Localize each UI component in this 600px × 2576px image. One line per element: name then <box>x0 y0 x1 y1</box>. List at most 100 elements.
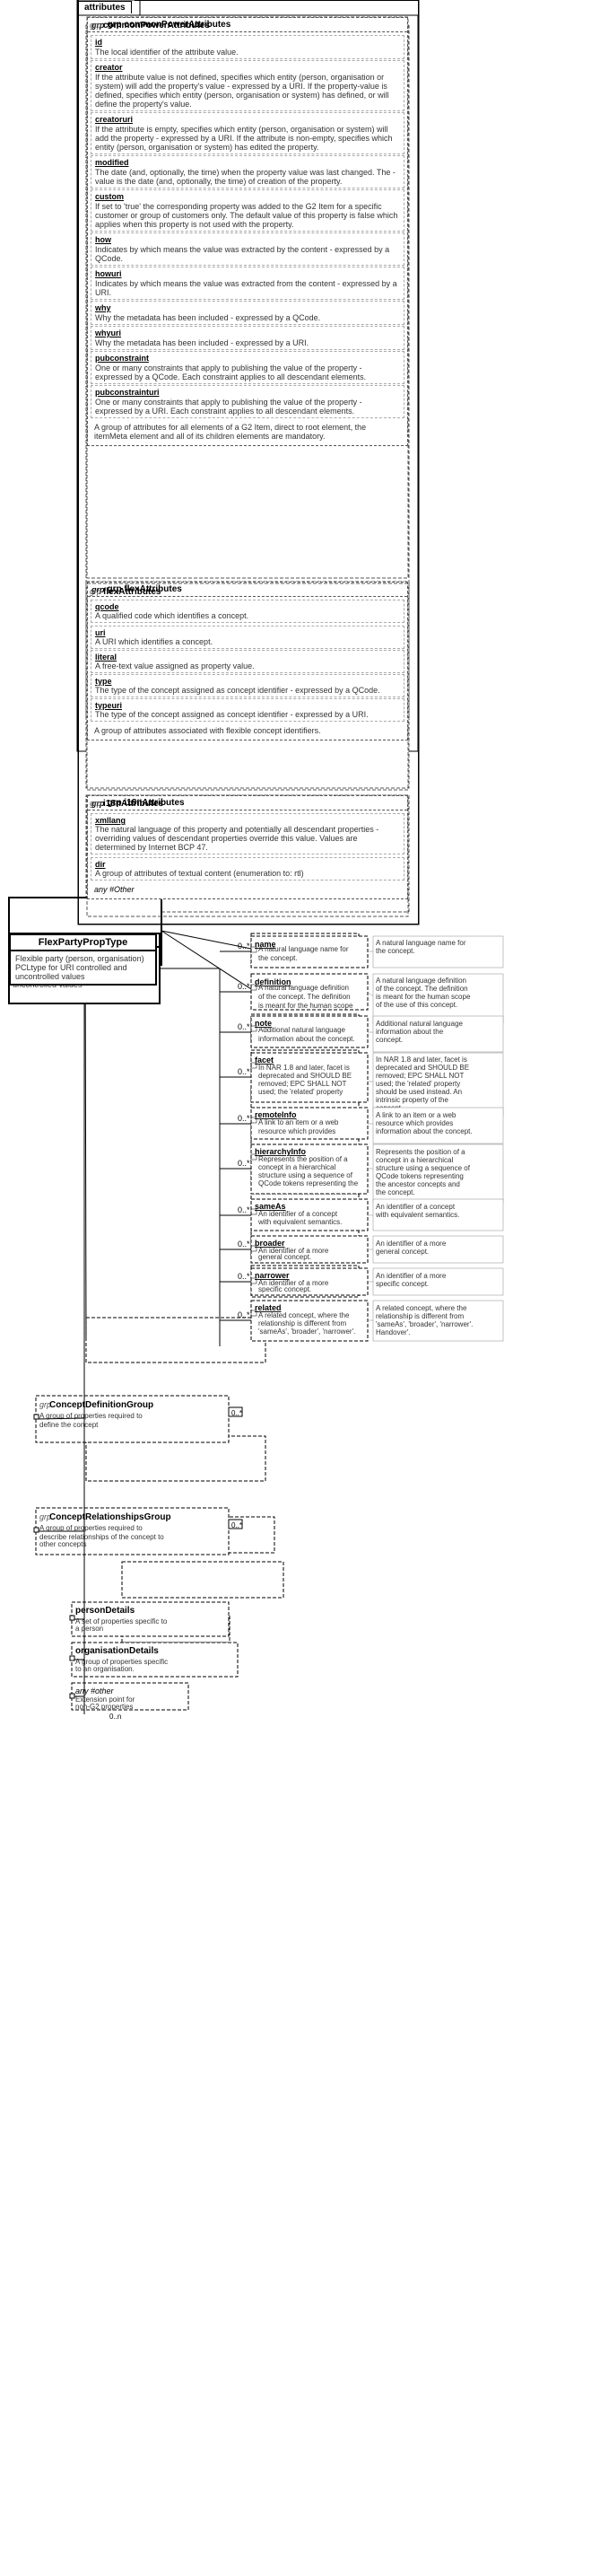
svg-text:facet: facet <box>255 1056 274 1065</box>
svg-text:A group of properties required: A group of properties required to <box>39 1412 143 1420</box>
svg-text:to an organisation.: to an organisation. <box>75 1665 135 1673</box>
common-power-attrs-footer: A group of attributes for all elements o… <box>91 420 404 443</box>
flex-attributes-group: grp grp flexAttributes qcode A qualified… <box>87 582 408 740</box>
svg-text:A group of properties required: A group of properties required to <box>39 1524 143 1532</box>
svg-text:specific concept.: specific concept. <box>258 1285 311 1293</box>
svg-text:0..*: 0..* <box>238 1022 250 1031</box>
svg-text:An identifier of a more: An identifier of a more <box>258 1279 329 1287</box>
common-power-attrs-title: grp grp commonPowerAttributes <box>88 18 407 32</box>
svg-text:the concept.: the concept. <box>258 954 298 962</box>
svg-text:A set of properties specific t: A set of properties specific to <box>75 1617 168 1625</box>
svg-text:of the concept. The definition: of the concept. The definition <box>258 993 351 1001</box>
svg-text:the concept.: the concept. <box>378 949 422 958</box>
svg-text:0..*: 0..* <box>231 1521 242 1529</box>
svg-text:0..*: 0..* <box>238 1310 250 1319</box>
svg-text:any #other: any #other <box>75 1687 115 1695</box>
svg-text:grp: grp <box>39 1400 51 1409</box>
svg-text:definition: definition <box>255 977 291 986</box>
svg-text:hierarchyInfo: hierarchyInfo <box>255 1147 307 1156</box>
svg-text:'sameAs', 'broader', 'narrower: 'sameAs', 'broader', 'narrower'. <box>376 1320 473 1328</box>
diagram-container: attributes grp grp commonPowerAttributes… <box>0 0 600 2576</box>
svg-text:A link to an item or a web: A link to an item or a web <box>376 1111 457 1119</box>
svg-text:organisationDetails: organisationDetails <box>75 1646 159 1656</box>
svg-text:0..*: 0..* <box>238 1240 250 1249</box>
svg-text:A group of properties specific: A group of properties specific <box>75 1658 168 1666</box>
attr-pubconstrainturi: pubconstrainturi One or many constraints… <box>91 385 404 418</box>
svg-text:0..*: 0..* <box>238 1272 250 1281</box>
svg-text:the ancestor concepts and: the ancestor concepts and <box>376 1180 460 1188</box>
attr-whyuri: whyuri Why the metadata has been include… <box>91 326 404 350</box>
attr-how: how Indicates by which means the value w… <box>91 232 404 266</box>
svg-text:A related concept, where the: A related concept, where the <box>376 1304 467 1312</box>
svg-text:An identifier of a more: An identifier of a more <box>376 1240 447 1248</box>
svg-text:In NAR 1.8 and later, facet is: In NAR 1.8 and later, facet is <box>376 1056 467 1064</box>
svg-text:relationship is different from: relationship is different from <box>258 1319 346 1327</box>
svg-text:0..*: 0..* <box>238 1114 250 1123</box>
svg-text:should be used instead. An: should be used instead. An <box>376 1088 462 1096</box>
attr-dir: dir A group of attributes of textual con… <box>91 857 404 881</box>
svg-text:0..*: 0..* <box>238 942 250 951</box>
svg-text:Represents the position of a: Represents the position of a <box>258 1155 348 1163</box>
svg-text:An identifier of a more: An identifier of a more <box>258 1247 329 1255</box>
flex-attrs-title: grp grp flexAttributes <box>88 583 407 597</box>
svg-text:0..*: 0..* <box>238 1205 250 1214</box>
svg-text:resource which provides: resource which provides <box>258 1127 335 1135</box>
svg-text:name: name <box>255 940 276 949</box>
svg-text:In NAR 1.8 and later, facet is: In NAR 1.8 and later, facet is <box>258 1064 350 1072</box>
svg-text:A related concept, where the: A related concept, where the <box>258 1311 350 1319</box>
svg-text:general concept.: general concept. <box>376 1248 429 1256</box>
common-power-attributes-group: grp grp commonPowerAttributes id The loc… <box>87 17 408 446</box>
svg-text:0..*: 0..* <box>238 1067 250 1076</box>
svg-text:Handover'.: Handover'. <box>376 1328 410 1336</box>
attr-pubconstraint: pubconstraint One or many constraints th… <box>91 351 404 384</box>
svg-text:A natural language name for: A natural language name for <box>258 945 349 953</box>
svg-text:used; the 'related' property: used; the 'related' property <box>258 1088 343 1096</box>
svg-text:personDetails: personDetails <box>75 1606 135 1616</box>
svg-text:is meant for the human scope: is meant for the human scope <box>258 1002 353 1010</box>
svg-text:A natural language name for: A natural language name for <box>378 940 480 949</box>
svg-text:Additional natural language: Additional natural language <box>258 1026 346 1034</box>
svg-text:removed; EPC SHALL NOT: removed; EPC SHALL NOT <box>376 1072 465 1080</box>
svg-text:A natural language name for: A natural language name for <box>376 939 466 947</box>
i18n-attrs-footer: any #Other <box>91 882 404 897</box>
attr-id: id The local identifier of the attribute… <box>91 35 404 59</box>
svg-text:specific concept.: specific concept. <box>376 1280 429 1288</box>
attr-typeuri: typeuri The type of the concept assigned… <box>91 698 404 722</box>
attr-custom: custom If set to 'true' the correspondin… <box>91 189 404 232</box>
svg-text:intrinsic property of the: intrinsic property of the <box>376 1096 448 1104</box>
svg-text:0..*: 0..* <box>238 1159 250 1168</box>
svg-text:grp: grp <box>39 1512 51 1521</box>
attr-qcode: qcode A qualified code which identifies … <box>91 600 404 623</box>
svg-text:relationship is different from: relationship is different from <box>376 1312 464 1320</box>
attr-howuri: howuri Indicates by which means the valu… <box>91 267 404 300</box>
svg-text:An identifier of a more: An identifier of a more <box>376 1272 447 1280</box>
svg-text:concept in a hierarchical: concept in a hierarchical <box>258 1163 335 1171</box>
svg-text:Extension point for: Extension point for <box>75 1695 135 1704</box>
svg-text:is meant for the human scope: is meant for the human scope <box>376 993 471 1001</box>
attr-creatoruri: creatoruri If the attribute is empty, sp… <box>91 112 404 154</box>
svg-text:non-G2 properties: non-G2 properties <box>75 1703 133 1711</box>
svg-text:structure using a sequence of: structure using a sequence of <box>258 1171 353 1179</box>
svg-text:deprecated and SHOULD BE: deprecated and SHOULD BE <box>376 1064 469 1072</box>
svg-text:0..*: 0..* <box>238 982 250 991</box>
svg-text:A natural language definition: A natural language definition <box>376 977 466 985</box>
svg-text:structure using a sequence of: structure using a sequence of <box>376 1164 471 1172</box>
svg-text:with equivalent semantics.: with equivalent semantics. <box>375 1211 459 1219</box>
i18n-attrs-title: grp grp i18nAttributes <box>88 796 407 810</box>
svg-text:with equivalent semantics.: with equivalent semantics. <box>257 1218 342 1226</box>
flex-attrs-footer: A group of attributes associated with fl… <box>91 723 404 738</box>
attr-modified: modified The date (and, optionally, the … <box>91 155 404 188</box>
svg-text:of the concept. The definition: of the concept. The definition <box>376 985 468 993</box>
attr-literal: literal A free-text value assigned as pr… <box>91 650 404 673</box>
svg-text:a person: a person <box>75 1625 103 1633</box>
main-class-title: FlexPartyPropType <box>11 935 155 951</box>
svg-text:the concept.: the concept. <box>376 947 415 955</box>
svg-text:'sameAs', 'broader', 'narrower: 'sameAs', 'broader', 'narrower'. <box>258 1327 355 1336</box>
svg-text:A natural language definition: A natural language definition <box>258 984 349 992</box>
svg-text:Additional natural language: Additional natural language <box>376 1020 464 1028</box>
svg-text:An identifier of a concept: An identifier of a concept <box>258 1210 338 1218</box>
attr-type: type The type of the concept assigned as… <box>91 674 404 697</box>
svg-text:define the concept: define the concept <box>39 1421 99 1429</box>
svg-text:note: note <box>255 1019 272 1028</box>
svg-text:0..n: 0..n <box>109 1713 121 1721</box>
